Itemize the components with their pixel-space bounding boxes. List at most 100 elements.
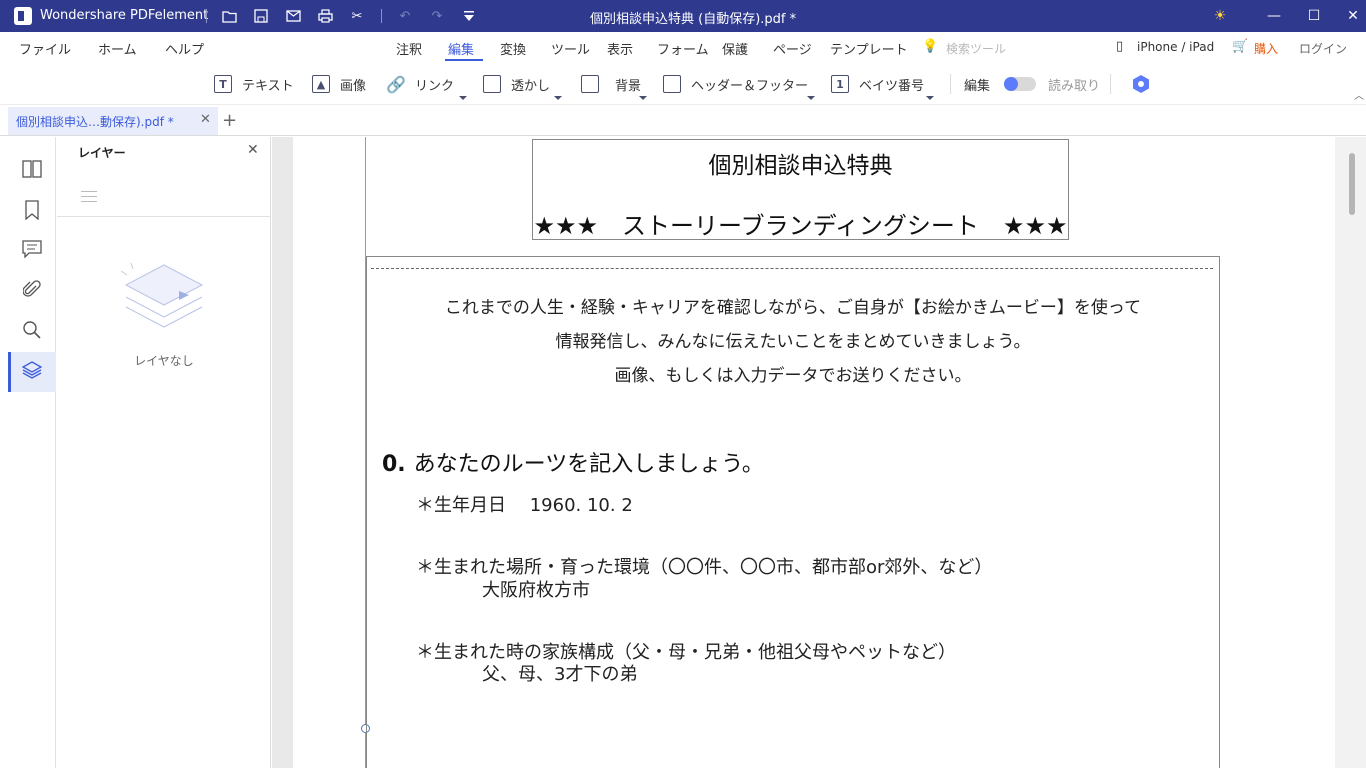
intro-line-1[interactable]: これまでの人生・経験・キャリアを確認しながら、ご自身が【お絵かきムービー】を使っ… xyxy=(366,293,1220,318)
cart-icon: 🛒 xyxy=(1232,39,1249,54)
header-footer-tool-button[interactable]: ヘッダー＆フッター xyxy=(663,74,815,100)
divider xyxy=(381,9,382,23)
vertical-scrollbar[interactable] xyxy=(1335,137,1366,768)
link-tool-button[interactable]: 🔗 リンク xyxy=(386,74,467,100)
intro-line-2[interactable]: 情報発信し、みんなに伝えたいことをまとめていきましょう。 xyxy=(366,327,1220,352)
menu-icon[interactable] xyxy=(81,191,97,206)
folder-icon[interactable] xyxy=(221,8,237,24)
background-icon xyxy=(581,75,599,93)
theme-sun-icon[interactable]: ☀ xyxy=(1210,6,1230,26)
divider xyxy=(950,74,951,94)
link-tool-label: リンク xyxy=(415,78,455,94)
menu-help[interactable]: ヘルプ xyxy=(165,39,204,58)
chevron-down-icon[interactable] xyxy=(807,96,815,100)
section-heading[interactable]: 0. あなたのルーツを記入しましょう。 xyxy=(382,446,764,478)
title-bar: Wondershare PDFelement ✂ ↶ ↷ 個別相談申込特典 (自… xyxy=(0,0,1366,32)
device-link[interactable]: iPhone / iPad xyxy=(1137,40,1214,54)
ocr-button[interactable] xyxy=(1131,74,1151,94)
tab-protect[interactable]: 保護 xyxy=(722,39,748,58)
app-logo-icon xyxy=(14,7,32,25)
divider xyxy=(206,9,207,23)
doc-title[interactable]: 個別相談申込特典 xyxy=(533,146,1068,180)
tab-form[interactable]: フォーム xyxy=(657,39,709,58)
document-tab-label: 個別相談申込…動保存).pdf * xyxy=(16,115,174,129)
close-tab-icon[interactable]: ✕ xyxy=(200,112,211,127)
panel-title: レイヤー xyxy=(78,146,126,160)
background-tool-button[interactable]: 背景 xyxy=(581,74,647,100)
collapse-toolbar-icon[interactable]: ︿ xyxy=(1354,84,1364,104)
attachment-icon[interactable] xyxy=(20,280,44,304)
tab-convert[interactable]: 変換 xyxy=(500,39,526,58)
chevron-down-icon[interactable] xyxy=(554,96,562,100)
bookmark-icon[interactable] xyxy=(20,200,44,224)
minimize-button[interactable]: — xyxy=(1264,6,1284,26)
scrollbar-thumb[interactable] xyxy=(1349,153,1355,215)
active-tab-indicator xyxy=(445,59,483,61)
maximize-button[interactable]: ☐ xyxy=(1304,6,1324,26)
buy-link[interactable]: 購入 xyxy=(1254,40,1278,57)
phone-icon: ▯ xyxy=(1116,39,1124,54)
document-title: 個別相談申込特典 (自動保存).pdf * xyxy=(590,12,797,27)
mail-icon[interactable] xyxy=(285,8,301,24)
close-window-button[interactable]: ✕ xyxy=(1343,6,1363,26)
chevron-down-icon[interactable] xyxy=(926,96,934,100)
header-footer-icon xyxy=(663,75,681,93)
login-link[interactable]: ログイン xyxy=(1299,40,1347,57)
text-icon: T xyxy=(214,75,232,93)
menu-home[interactable]: ホーム xyxy=(98,39,137,58)
image-tool-button[interactable]: ▲ 画像 xyxy=(312,74,366,94)
search-icon[interactable] xyxy=(20,320,44,344)
edit-read-toggle[interactable] xyxy=(1004,77,1036,91)
save-icon[interactable] xyxy=(253,8,269,24)
chevron-down-icon[interactable] xyxy=(459,96,467,100)
chevron-down-icon[interactable] xyxy=(639,96,647,100)
menu-file[interactable]: ファイル xyxy=(19,39,71,58)
empty-layers-icon xyxy=(120,262,204,328)
layer-panel: レイヤー ✕ レイヤなし xyxy=(57,137,271,768)
close-panel-icon[interactable]: ✕ xyxy=(247,142,259,158)
document-tab[interactable]: 個別相談申込…動保存).pdf * ✕ xyxy=(8,107,218,135)
new-tab-button[interactable]: + xyxy=(222,110,237,131)
print-icon[interactable] xyxy=(317,8,333,24)
bates-number-tool-label: ベイツ番号 xyxy=(859,78,925,94)
tab-template[interactable]: テンプレート xyxy=(830,39,908,58)
redo-icon[interactable]: ↷ xyxy=(429,8,445,24)
tab-edit[interactable]: 編集 xyxy=(448,39,474,58)
image-icon: ▲ xyxy=(312,75,330,93)
section-number: 0. xyxy=(382,452,406,477)
intro-line-3[interactable]: 画像、もしくは入力データでお送りください。 xyxy=(366,361,1220,386)
bates-number-icon: 1 xyxy=(831,75,849,93)
background-tool-label: 背景 xyxy=(615,78,642,94)
image-tool-label: 画像 xyxy=(340,78,367,94)
question-birthday[interactable]: ＊生年月日 1960. 10. 2 xyxy=(416,491,633,517)
title-box[interactable]: 個別相談申込特典 ★★★ ストーリーブランディングシート ★★★ xyxy=(532,139,1069,240)
tab-page[interactable]: ページ xyxy=(773,39,812,58)
tab-tools[interactable]: ツール xyxy=(551,39,590,58)
watermark-icon xyxy=(483,75,501,93)
answer-birthplace[interactable]: 大阪府枚方市 xyxy=(482,576,590,602)
link-icon: 🔗 xyxy=(386,74,406,94)
read-mode-label: 読み取り xyxy=(1048,78,1101,94)
left-sidebar xyxy=(8,137,56,768)
dropdown-icon[interactable] xyxy=(461,8,477,24)
header-footer-tool-label: ヘッダー＆フッター xyxy=(691,78,809,94)
tab-comment[interactable]: 注釈 xyxy=(396,39,422,58)
text-tool-button[interactable]: T テキスト xyxy=(214,74,294,94)
comment-icon[interactable] xyxy=(20,240,44,264)
bates-number-tool-button[interactable]: 1 ベイツ番号 xyxy=(831,74,934,100)
search-tool-link[interactable]: 検索ツール xyxy=(946,40,1006,57)
dashed-divider xyxy=(371,268,1213,269)
thumbnail-icon[interactable] xyxy=(20,160,44,184)
layers-icon[interactable] xyxy=(20,360,44,384)
doc-subtitle[interactable]: ★★★ ストーリーブランディングシート ★★★ xyxy=(533,206,1068,241)
tab-view[interactable]: 表示 xyxy=(607,39,633,58)
text-tool-label: テキスト xyxy=(242,78,294,94)
answer-family[interactable]: 父、母、3才下の弟 xyxy=(482,660,637,686)
hexagon-icon xyxy=(1133,75,1149,93)
divider xyxy=(1110,74,1111,94)
watermark-tool-button[interactable]: 透かし xyxy=(483,74,562,100)
menu-bar: ファイル ホーム ヘルプ 注釈 編集 変換 ツール 表示 フォーム 保護 ページ… xyxy=(0,32,1366,64)
undo-icon[interactable]: ↶ xyxy=(397,8,413,24)
lightbulb-icon: 💡 xyxy=(922,39,939,54)
scissors-icon[interactable]: ✂ xyxy=(349,8,365,24)
